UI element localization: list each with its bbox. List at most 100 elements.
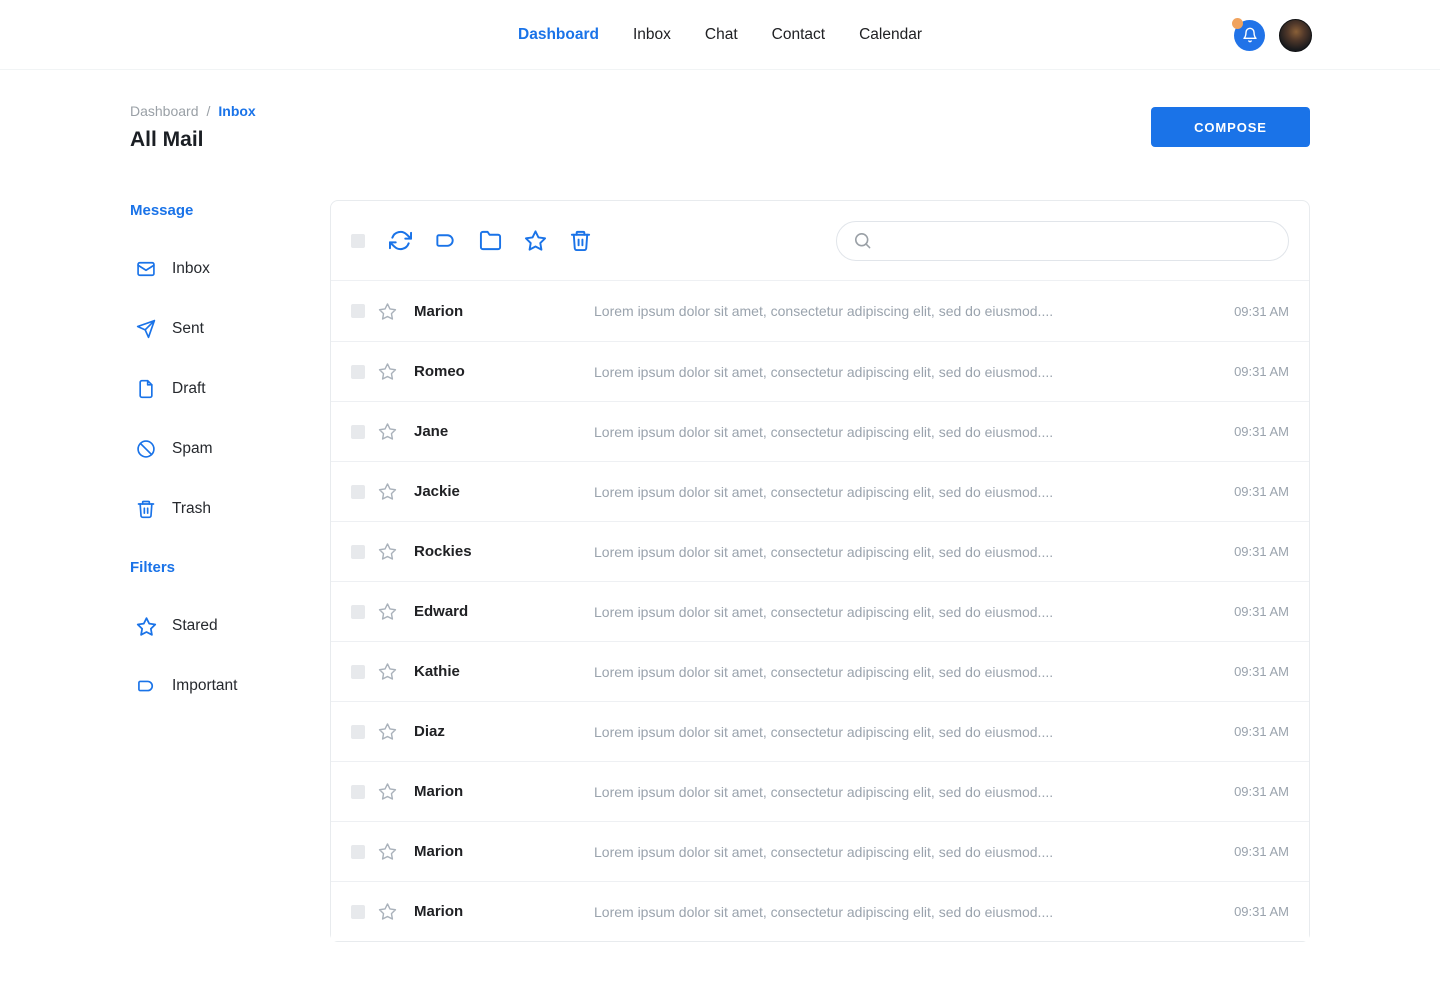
star-icon[interactable] <box>524 229 547 252</box>
refresh-icon[interactable] <box>389 229 412 252</box>
breadcrumb-dashboard[interactable]: Dashboard <box>130 103 199 119</box>
folder-icon[interactable] <box>479 229 502 252</box>
star-icon[interactable] <box>378 482 397 501</box>
row-checkbox[interactable] <box>351 845 365 859</box>
star-icon[interactable] <box>378 362 397 381</box>
mail-row[interactable]: Kathie Lorem ipsum dolor sit amet, conse… <box>331 641 1309 701</box>
nav-chat[interactable]: Chat <box>705 26 738 44</box>
mail-time: 09:31 AM <box>1214 304 1309 319</box>
mail-preview: Lorem ipsum dolor sit amet, consectetur … <box>594 784 1214 800</box>
sidebar-item-label: Spam <box>172 440 213 458</box>
mail-preview: Lorem ipsum dolor sit amet, consectetur … <box>594 303 1214 319</box>
sidebar-item-label: Sent <box>172 320 204 338</box>
sidebar: Message Inbox Sent <box>130 200 330 716</box>
mail-time: 09:31 AM <box>1214 844 1309 859</box>
row-checkbox[interactable] <box>351 485 365 499</box>
notification-badge <box>1232 18 1243 29</box>
row-checkbox[interactable] <box>351 365 365 379</box>
mail-preview: Lorem ipsum dolor sit amet, consectetur … <box>594 604 1214 620</box>
search-input[interactable] <box>882 233 1272 249</box>
sidebar-item-draft[interactable]: Draft <box>130 359 330 419</box>
label-icon[interactable] <box>434 229 457 252</box>
mail-row[interactable]: Romeo Lorem ipsum dolor sit amet, consec… <box>331 341 1309 401</box>
row-checkbox[interactable] <box>351 605 365 619</box>
select-all-checkbox[interactable] <box>351 234 365 248</box>
mail-row[interactable]: Jackie Lorem ipsum dolor sit amet, conse… <box>331 461 1309 521</box>
mail-time: 09:31 AM <box>1214 424 1309 439</box>
mail-sender: Marion <box>414 303 594 320</box>
sidebar-item-stared[interactable]: Stared <box>130 596 330 656</box>
star-icon[interactable] <box>378 662 397 681</box>
mail-sender: Diaz <box>414 723 594 740</box>
notifications-button[interactable] <box>1234 20 1265 51</box>
star-icon[interactable] <box>378 542 397 561</box>
mail-row[interactable]: Marion Lorem ipsum dolor sit amet, conse… <box>331 761 1309 821</box>
mail-sender: Kathie <box>414 663 594 680</box>
row-checkbox[interactable] <box>351 665 365 679</box>
row-checkbox[interactable] <box>351 785 365 799</box>
mail-sender: Jane <box>414 423 594 440</box>
mail-sender: Edward <box>414 603 594 620</box>
mail-row[interactable]: Marion Lorem ipsum dolor sit amet, conse… <box>331 281 1309 341</box>
file-icon <box>136 379 156 399</box>
search-icon <box>853 231 872 250</box>
sidebar-item-label: Trash <box>172 500 211 518</box>
mail-preview: Lorem ipsum dolor sit amet, consectetur … <box>594 484 1214 500</box>
nav-inbox[interactable]: Inbox <box>633 26 671 44</box>
user-avatar[interactable] <box>1279 19 1312 52</box>
mail-preview: Lorem ipsum dolor sit amet, consectetur … <box>594 724 1214 740</box>
mail-sender: Rockies <box>414 543 594 560</box>
compose-button[interactable]: COMPOSE <box>1151 107 1310 147</box>
mail-row[interactable]: Rockies Lorem ipsum dolor sit amet, cons… <box>331 521 1309 581</box>
trash-icon[interactable] <box>569 229 592 252</box>
row-checkbox[interactable] <box>351 304 365 318</box>
mail-preview: Lorem ipsum dolor sit amet, consectetur … <box>594 904 1214 920</box>
page-title: All Mail <box>130 128 256 152</box>
sidebar-item-important[interactable]: Important <box>130 656 330 716</box>
envelope-icon <box>136 259 156 279</box>
send-icon <box>136 319 156 339</box>
mail-list: Marion Lorem ipsum dolor sit amet, conse… <box>331 281 1309 941</box>
row-checkbox[interactable] <box>351 905 365 919</box>
mail-row[interactable]: Diaz Lorem ipsum dolor sit amet, consect… <box>331 701 1309 761</box>
main-nav: Dashboard Inbox Chat Contact Calendar <box>518 26 922 44</box>
mail-time: 09:31 AM <box>1214 664 1309 679</box>
star-icon[interactable] <box>378 422 397 441</box>
mail-panel: Marion Lorem ipsum dolor sit amet, conse… <box>330 200 1310 942</box>
sidebar-item-label: Important <box>172 677 237 695</box>
mail-row[interactable]: Marion Lorem ipsum dolor sit amet, conse… <box>331 881 1309 941</box>
star-icon[interactable] <box>378 842 397 861</box>
mail-sender: Jackie <box>414 483 594 500</box>
row-checkbox[interactable] <box>351 725 365 739</box>
nav-dashboard[interactable]: Dashboard <box>518 26 599 44</box>
mail-time: 09:31 AM <box>1214 484 1309 499</box>
nav-contact[interactable]: Contact <box>772 26 825 44</box>
sidebar-item-sent[interactable]: Sent <box>130 299 330 359</box>
mail-preview: Lorem ipsum dolor sit amet, consectetur … <box>594 544 1214 560</box>
star-icon <box>136 616 156 636</box>
breadcrumb-inbox[interactable]: Inbox <box>218 103 255 119</box>
mail-toolbar <box>331 201 1309 281</box>
sidebar-item-inbox[interactable]: Inbox <box>130 239 330 299</box>
mail-row[interactable]: Jane Lorem ipsum dolor sit amet, consect… <box>331 401 1309 461</box>
star-icon[interactable] <box>378 602 397 621</box>
mail-sender: Marion <box>414 903 594 920</box>
page-header: Dashboard / Inbox All Mail COMPOSE <box>130 70 1310 200</box>
sidebar-item-label: Inbox <box>172 260 210 278</box>
breadcrumb-separator: / <box>207 103 211 119</box>
nav-calendar[interactable]: Calendar <box>859 26 922 44</box>
mail-preview: Lorem ipsum dolor sit amet, consectetur … <box>594 424 1214 440</box>
mail-preview: Lorem ipsum dolor sit amet, consectetur … <box>594 664 1214 680</box>
star-icon[interactable] <box>378 782 397 801</box>
mail-row[interactable]: Edward Lorem ipsum dolor sit amet, conse… <box>331 581 1309 641</box>
sidebar-item-spam[interactable]: Spam <box>130 419 330 479</box>
mail-row[interactable]: Marion Lorem ipsum dolor sit amet, conse… <box>331 821 1309 881</box>
label-icon <box>136 676 156 696</box>
star-icon[interactable] <box>378 302 397 321</box>
star-icon[interactable] <box>378 722 397 741</box>
sidebar-item-trash[interactable]: Trash <box>130 479 330 539</box>
mail-sender: Marion <box>414 843 594 860</box>
row-checkbox[interactable] <box>351 425 365 439</box>
star-icon[interactable] <box>378 902 397 921</box>
row-checkbox[interactable] <box>351 545 365 559</box>
